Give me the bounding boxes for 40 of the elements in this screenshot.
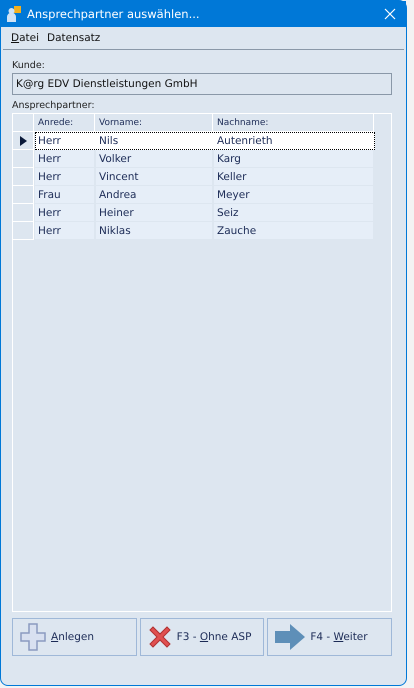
cross-icon xyxy=(146,624,173,650)
next-button[interactable]: F4 - Weiter xyxy=(267,618,392,656)
table-cell: Volker xyxy=(96,150,212,167)
arrow-icon xyxy=(274,623,306,651)
app-icon xyxy=(7,6,21,22)
cancel-button[interactable]: F3 - Ohne ASP xyxy=(140,618,264,656)
menu-item[interactable]: Datensatz xyxy=(47,32,100,44)
grid-row[interactable]: Frau Andrea Meyer xyxy=(35,186,375,204)
grid-row[interactable]: Herr Volker Karg xyxy=(35,150,375,168)
customer-field[interactable]: K@rg EDV Dienstleistungen GmbH xyxy=(12,73,392,95)
plus-icon xyxy=(19,622,47,652)
customer-label: Kunde: xyxy=(12,60,46,71)
table-cell: Andrea xyxy=(96,186,212,203)
row-header-cell[interactable] xyxy=(13,222,34,240)
table-cell: Keller xyxy=(214,168,373,185)
table-cell: Herr xyxy=(35,222,94,239)
table-cell: Karg xyxy=(214,150,373,167)
grid-row[interactable]: Herr Nils Autenrieth xyxy=(35,132,375,150)
table-cell: Frau xyxy=(35,186,94,203)
table-cell: Herr xyxy=(35,168,94,185)
grid-row[interactable]: Herr Niklas Zauche xyxy=(35,222,375,240)
table-cell: Meyer xyxy=(214,186,373,203)
row-header-cell[interactable] xyxy=(13,168,34,186)
menu-item[interactable]: Datei xyxy=(11,32,40,44)
table-cell: Niklas xyxy=(96,222,212,239)
add-button[interactable]: Anlegen xyxy=(12,618,137,656)
table-cell: Vincent xyxy=(96,168,212,185)
row-header-cell[interactable] xyxy=(13,186,34,204)
table-cell: Herr xyxy=(35,150,94,167)
table-cell: Seiz xyxy=(214,204,373,221)
table-cell: Herr xyxy=(35,204,94,221)
contacts-label: Ansprechpartner: xyxy=(12,100,96,111)
row-header-cell[interactable] xyxy=(13,132,34,150)
row-header-cell[interactable] xyxy=(13,150,34,168)
window-title: Ansprechpartner auswählen... xyxy=(27,7,201,21)
grid-row[interactable]: Herr Vincent Keller xyxy=(35,168,375,186)
table-cell: Zauche xyxy=(214,222,373,239)
table-cell: Heiner xyxy=(96,204,212,221)
grid-row[interactable]: Herr Heiner Seiz xyxy=(35,204,375,222)
row-header-cell[interactable] xyxy=(13,204,34,222)
